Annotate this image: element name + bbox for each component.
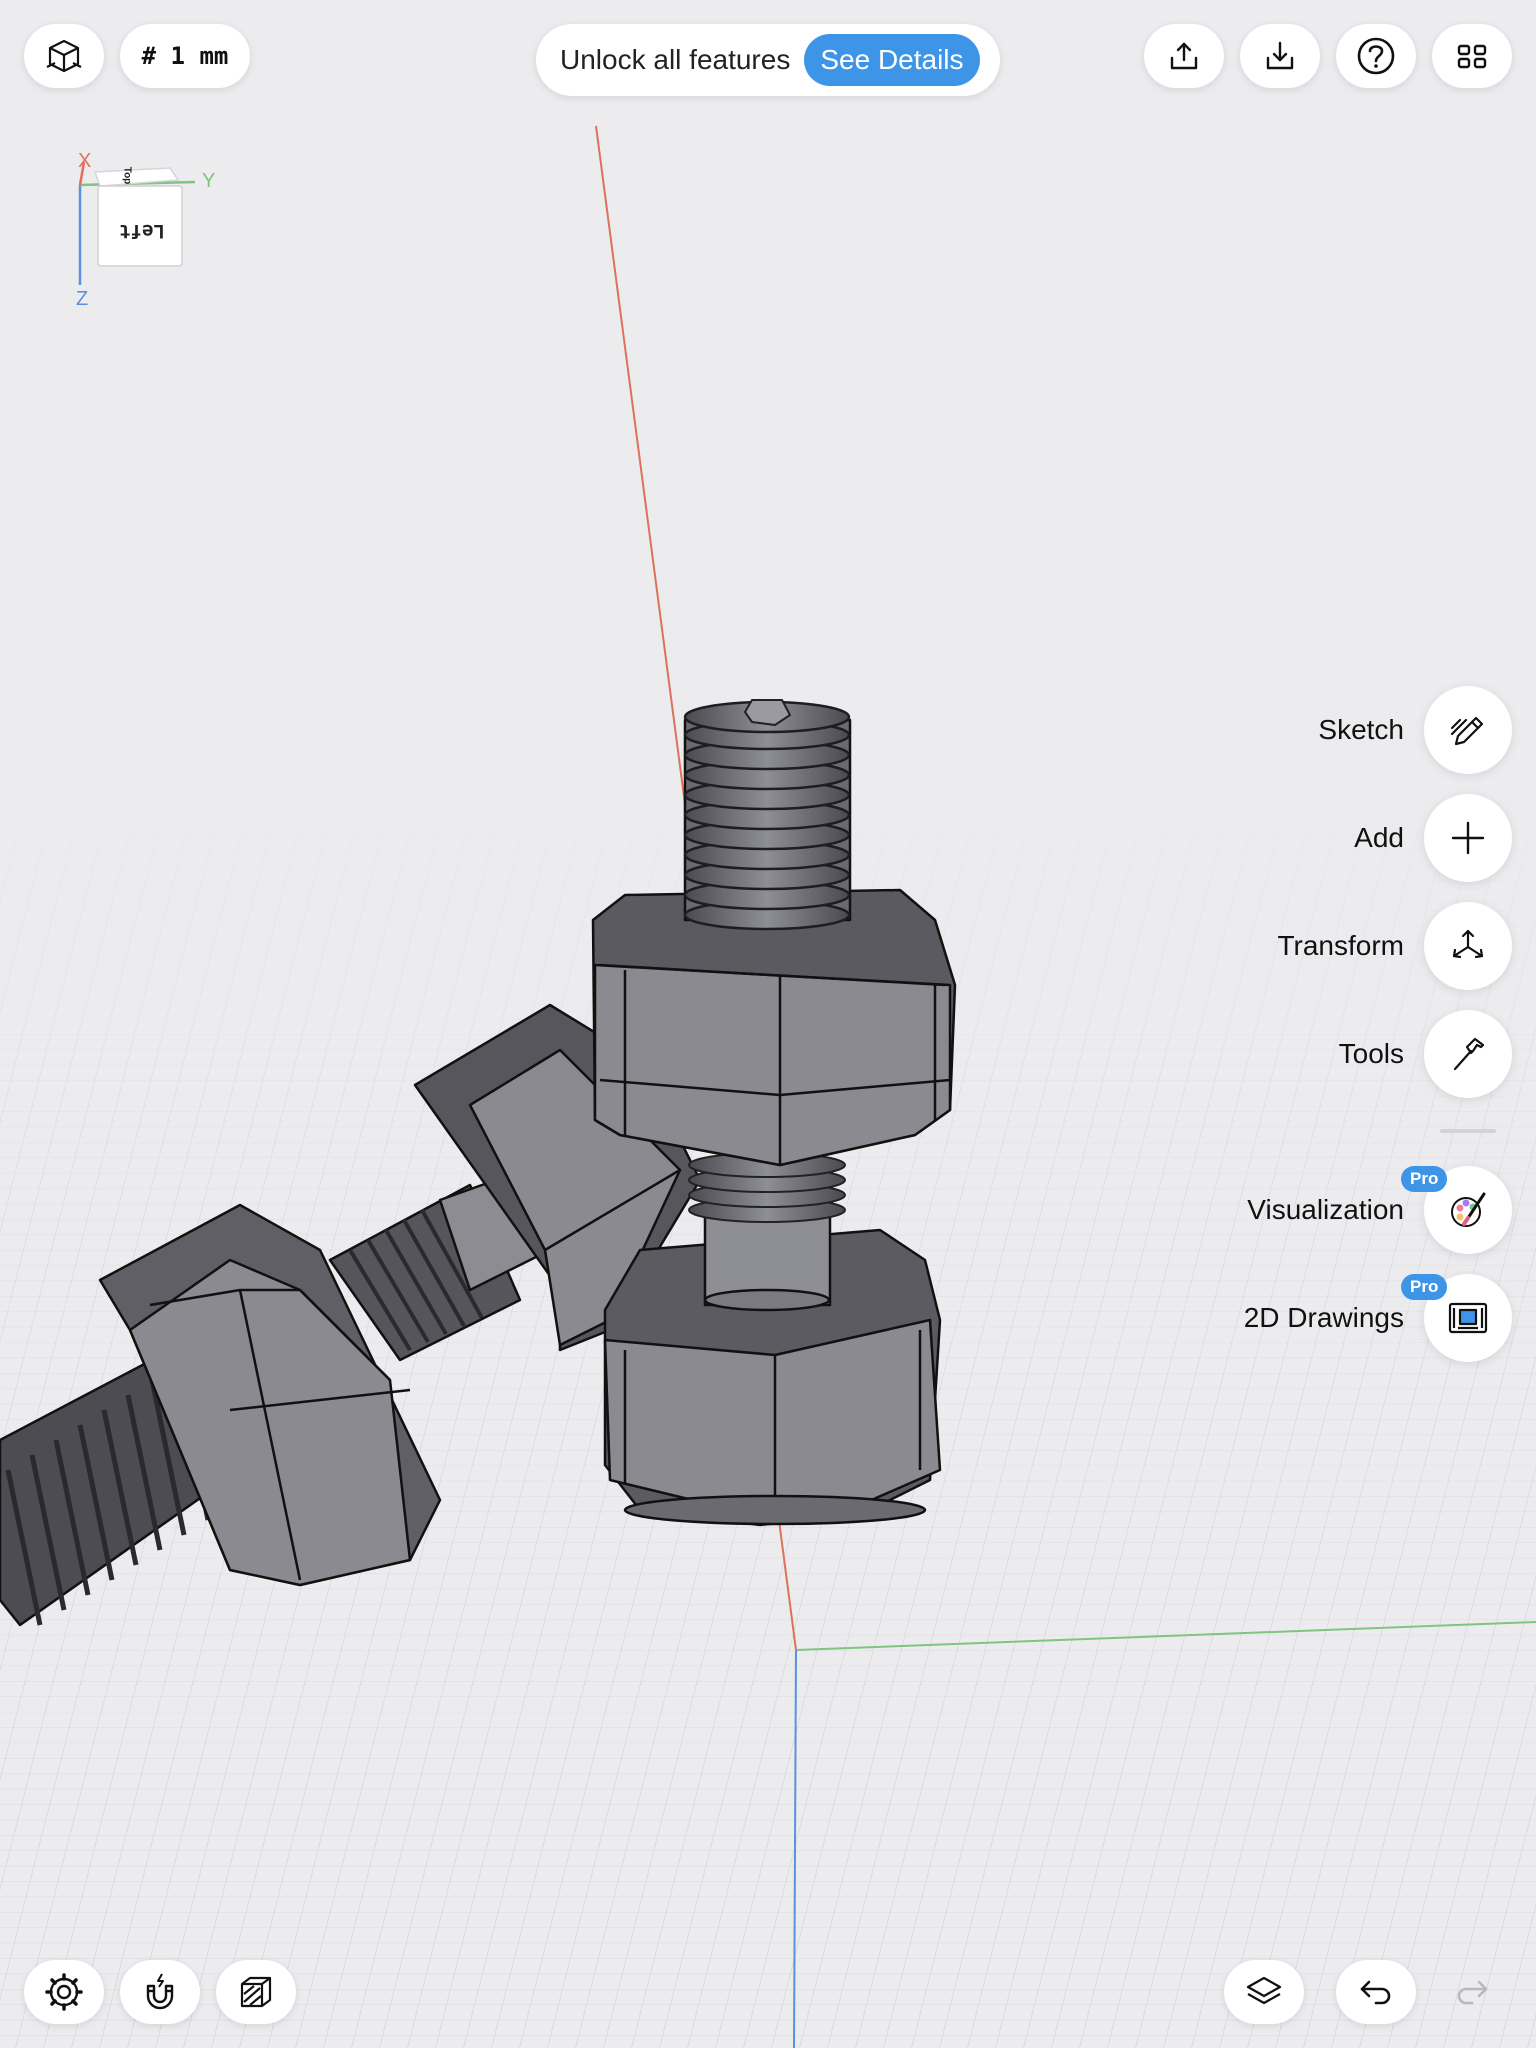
- redo-button[interactable]: [1432, 1960, 1512, 2024]
- grid-size-label: # 1 mm: [141, 42, 229, 70]
- view-cube-top-label[interactable]: Top: [121, 167, 132, 185]
- unlock-banner-text: Unlock all features: [560, 44, 791, 75]
- view-mode-button[interactable]: [24, 24, 104, 88]
- tools-label[interactable]: Tools: [1339, 1038, 1404, 1070]
- bolt-top-thread: [683, 699, 852, 931]
- grid-menu-button[interactable]: [1432, 24, 1512, 88]
- undo-icon: [1360, 1980, 1391, 2005]
- section-plane-icon: [240, 1976, 272, 2008]
- pencil-sketch-icon: [1450, 716, 1484, 746]
- download-button[interactable]: [1240, 24, 1320, 88]
- sketch-label[interactable]: Sketch: [1318, 714, 1404, 746]
- tools-button[interactable]: [1424, 1010, 1512, 1098]
- undo-button[interactable]: [1336, 1960, 1416, 2024]
- blueprint-icon: [1448, 1302, 1488, 1334]
- settings-button[interactable]: [24, 1960, 104, 2024]
- redo-icon: [1457, 1980, 1488, 2005]
- visualization-pro-badge: Pro: [1401, 1166, 1448, 1192]
- add-label[interactable]: Add: [1354, 822, 1404, 854]
- transform-label[interactable]: Transform: [1277, 930, 1404, 962]
- viewport-canvas[interactable]: [0, 0, 1536, 2048]
- axis-label-z: Z: [76, 288, 89, 310]
- view-cube-face-label[interactable]: Left: [114, 220, 170, 242]
- palette-divider: [1440, 1129, 1496, 1133]
- unlock-banner: Unlock all features See Details: [536, 24, 1000, 96]
- share-upload-icon: [1170, 42, 1198, 70]
- help-button[interactable]: [1336, 24, 1416, 88]
- palette-brush-icon: [1451, 1192, 1486, 1227]
- see-details-button[interactable]: See Details: [804, 34, 980, 86]
- 3d-viewport[interactable]: [0, 0, 1536, 2048]
- gear-icon: [45, 1973, 83, 2011]
- snap-button[interactable]: [120, 1960, 200, 2024]
- section-view-button[interactable]: [216, 1960, 296, 2024]
- hammer-icon: [1453, 1037, 1485, 1071]
- plus-icon: [1451, 821, 1485, 855]
- sketch-button[interactable]: [1424, 686, 1512, 774]
- transform-button[interactable]: [1424, 902, 1512, 990]
- transform-arrows-icon: [1452, 929, 1484, 959]
- axis-label-x: X: [78, 150, 92, 172]
- add-button[interactable]: [1424, 794, 1512, 882]
- axis-label-y: Y: [202, 170, 216, 192]
- share-button[interactable]: [1144, 24, 1224, 88]
- view-cube[interactable]: X Y Z Top Left: [60, 150, 230, 310]
- cube-outline-icon: [46, 39, 82, 73]
- hex-nut-upper: [591, 888, 957, 1167]
- bolt-shank: [688, 1152, 846, 1312]
- grid-size-button[interactable]: # 1 mm: [120, 24, 250, 88]
- layers-button[interactable]: [1224, 1960, 1304, 2024]
- magnet-icon: [146, 1973, 174, 2010]
- download-icon: [1266, 41, 1294, 70]
- visualization-label[interactable]: Visualization: [1247, 1194, 1404, 1226]
- layers-icon: [1246, 1976, 1282, 2005]
- question-circle-icon: [1357, 37, 1395, 75]
- 2d-drawings-pro-badge: Pro: [1401, 1274, 1448, 1300]
- grid-four-icon: [1457, 44, 1487, 69]
- 2d-drawings-label[interactable]: 2D Drawings: [1244, 1302, 1404, 1334]
